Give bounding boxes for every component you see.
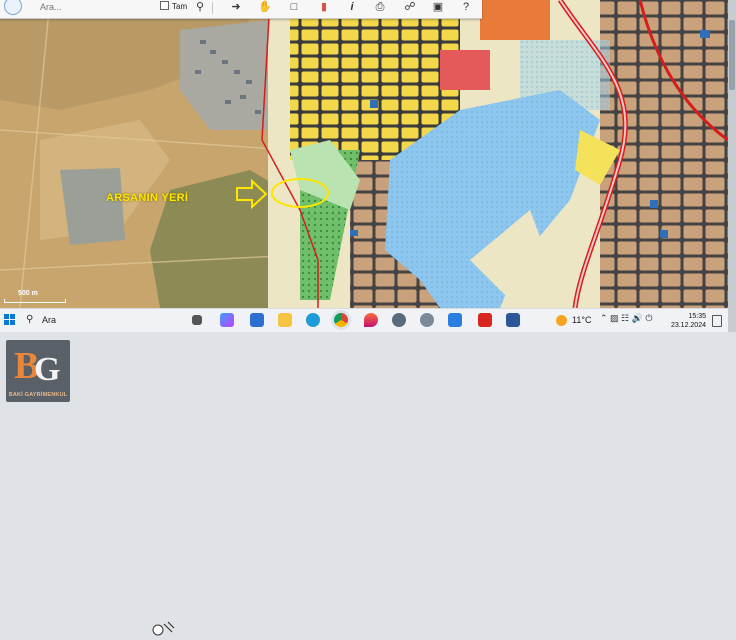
checkbox-box[interactable] (160, 1, 169, 10)
globe-icon[interactable]: ☍ (402, 0, 418, 15)
help-icon[interactable]: ? (458, 0, 474, 15)
taskbar-search[interactable]: ⚲ Ara (22, 312, 182, 329)
system-tray[interactable]: ⌃ ▨ ☷ 🔊 ⏻ (600, 313, 658, 327)
scale-label: 500 m (18, 290, 38, 297)
acrobat-icon[interactable] (478, 313, 492, 327)
screen: ARSANIN YERİ 500 m Tam ⚲ ➜ ✋ □ ▮ i ⎙ ☍ ▣… (0, 0, 728, 308)
globe-app-icon[interactable] (392, 313, 406, 327)
image-icon[interactable]: ▣ (430, 0, 446, 15)
checkbox-label: Tam (172, 2, 188, 11)
scale-bar (4, 299, 66, 303)
widgets-icon[interactable] (250, 313, 264, 327)
temperature: 11°C (572, 315, 592, 325)
home-button[interactable] (4, 0, 22, 15)
taskbar: ⚲ Ara 11°C ⌃ ▨ ☷ 🔊 ⏻ 15:35 23.12.2024 (0, 308, 728, 636)
windows-start-icon[interactable] (4, 314, 15, 325)
select-icon[interactable]: □ (286, 0, 302, 15)
search-input[interactable] (36, 0, 162, 14)
feather-app-icon[interactable] (420, 313, 434, 327)
svg-text:G: G (34, 351, 60, 388)
weather-widget[interactable]: 11°C (556, 314, 596, 328)
full-match-checkbox[interactable]: Tam (160, 1, 187, 13)
edge-icon[interactable] (306, 313, 320, 327)
search-highlight-icon (152, 621, 175, 636)
search-icon: ⚲ (26, 314, 34, 325)
task-view-icon[interactable] (192, 315, 202, 325)
zoning-map[interactable] (0, 0, 728, 308)
drop-app-icon[interactable] (364, 313, 378, 327)
store-icon[interactable] (448, 313, 462, 327)
toolbar-divider (212, 2, 213, 14)
bg-logo-mark: B G (14, 345, 60, 388)
copilot-icon[interactable] (220, 313, 234, 327)
side-scrollbar[interactable] (728, 0, 736, 332)
clock[interactable]: 15:35 23.12.2024 (660, 312, 706, 330)
taskbar-search-text: Ara (42, 315, 57, 325)
clock-time: 15:35 (688, 313, 706, 320)
company-logo: B G BAKİ GAYRİMENKUL (6, 340, 70, 402)
notification-icon[interactable] (712, 315, 722, 327)
info-icon[interactable]: i (344, 0, 360, 15)
file-explorer-icon[interactable] (278, 313, 292, 327)
print-icon[interactable]: ⎙ (372, 0, 388, 15)
weather-icon (556, 315, 567, 326)
ruler-icon[interactable]: ▮ (316, 0, 332, 15)
logo-caption: BAKİ GAYRİMENKUL (8, 392, 68, 398)
arrow-icon[interactable]: ➜ (228, 0, 244, 15)
bottom-area: B G BAKİ GAYRİMENKUL (0, 332, 736, 405)
plot-annotation-label: ARSANIN YERİ (106, 192, 189, 204)
word-icon[interactable] (506, 313, 520, 327)
chrome-icon[interactable] (334, 313, 348, 327)
scroll-thumb[interactable] (729, 20, 735, 90)
search-icon[interactable]: ⚲ (192, 0, 208, 15)
clock-date: 23.12.2024 (670, 322, 706, 329)
map-toolbar: Tam ⚲ ➜ ✋ □ ▮ i ⎙ ☍ ▣ ? (0, 0, 482, 19)
hand-icon[interactable]: ✋ (257, 0, 273, 15)
map-scale: 500 m (4, 290, 66, 304)
